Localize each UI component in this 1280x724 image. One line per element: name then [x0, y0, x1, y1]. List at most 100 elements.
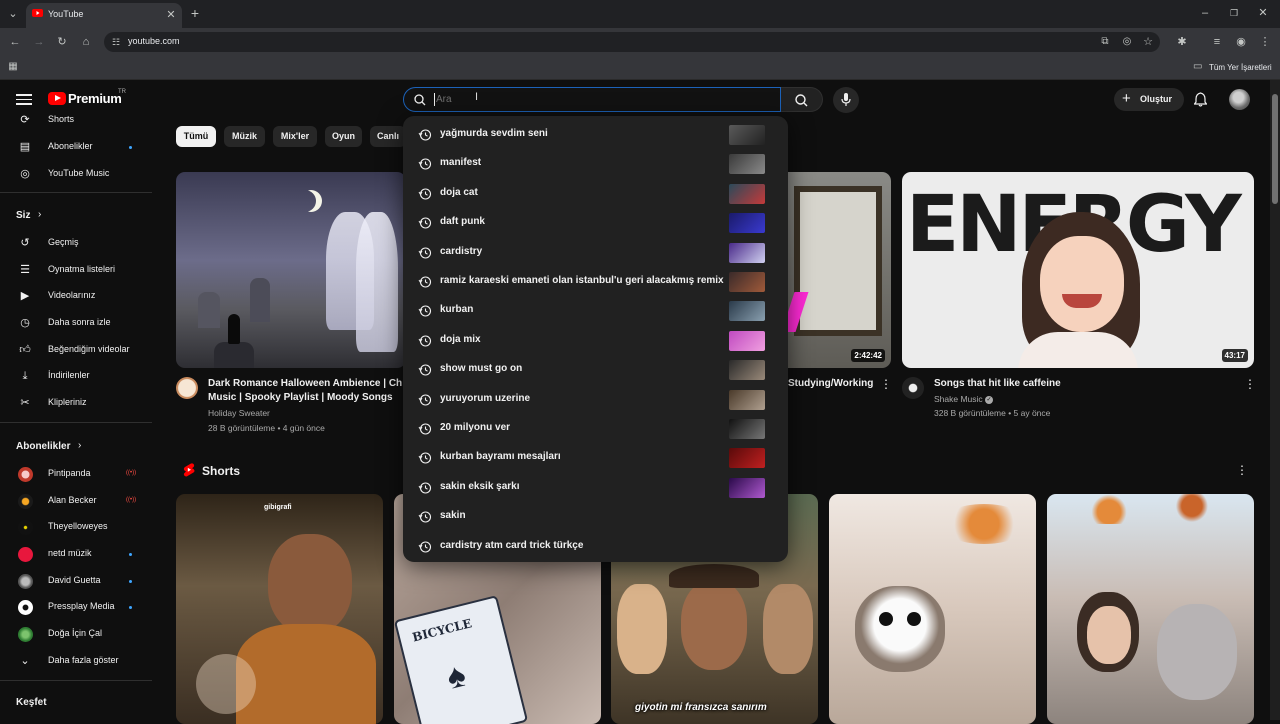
you-section-header[interactable]: Siz › [6, 204, 146, 228]
sidebar-item-subscriptions[interactable]: ▤ Abonelikler [6, 135, 146, 159]
tab-list-icon[interactable]: ⌄ [6, 7, 20, 21]
suggestion-item[interactable]: doja mix [403, 326, 788, 355]
search-input[interactable]: Ara I [403, 87, 781, 112]
sidebar-channel-netd-muzik[interactable]: netd müzik [6, 542, 146, 566]
notifications-bell-icon[interactable] [1194, 92, 1207, 107]
video-title[interactable]: Studying/Working [788, 377, 873, 391]
window-close-icon[interactable]: ✕ [1256, 6, 1270, 20]
omnibox[interactable]: ☷ youtube.com [104, 32, 1160, 52]
more-actions-icon[interactable]: ⋮ [1244, 377, 1256, 391]
browser-tab[interactable]: YouTube ✕ [26, 3, 182, 28]
short-card[interactable]: gibigrafi [176, 494, 383, 724]
chip-live[interactable]: Canlı [370, 126, 406, 147]
show-more-label: Daha fazla göster [48, 655, 119, 665]
extensions-icon[interactable]: ✱ [1175, 35, 1189, 49]
restore-icon[interactable]: ❐ [1227, 6, 1241, 20]
create-button[interactable]: + Oluştur [1114, 88, 1184, 111]
explore-header: Keşfet [16, 697, 47, 708]
scrollbar-thumb[interactable] [1272, 94, 1278, 204]
suggestion-item[interactable]: yuruyorum uzerine [403, 385, 788, 414]
subscriptions-section-header[interactable]: Abonelikler › [6, 435, 146, 459]
sidebar-item-watch-later[interactable]: ◷ Daha sonra izle [6, 311, 146, 335]
video-title[interactable]: Dark Romance Halloween Ambience | Ch Mus… [208, 377, 408, 405]
video-channel[interactable]: Holiday Sweater [208, 406, 270, 420]
sidebar-item-your-videos[interactable]: ▶ Videolarınız [6, 284, 146, 308]
sidebar-item-label: Videolarınız [48, 290, 96, 300]
more-actions-icon[interactable]: ⋮ [880, 377, 892, 391]
suggestion-item[interactable]: kurban bayramı mesajları [403, 443, 788, 472]
video-title[interactable]: Songs that hit like caffeine [934, 377, 1061, 391]
apps-grid-icon[interactable]: ▦ [6, 60, 20, 74]
bookmark-star-icon[interactable]: ☆ [1141, 35, 1155, 49]
suggestion-item[interactable]: show must go on [403, 355, 788, 384]
suggestion-item[interactable]: doja cat [403, 179, 788, 208]
spade-icon: ♠ [442, 655, 470, 697]
sidebar-channel-pintipanda[interactable]: Pintipanda ((•)) [6, 462, 146, 486]
video-thumbnail[interactable]: ENERGY 43:17 [902, 172, 1254, 368]
voice-search-button[interactable] [833, 87, 859, 113]
reload-icon[interactable]: ↻ [55, 35, 69, 49]
suggestion-item[interactable]: 20 milyonu ver [403, 414, 788, 443]
tracking-eye-icon[interactable]: ◎ [1120, 35, 1134, 49]
sidebar-item-clips[interactable]: ✂ Klipleriniz [6, 391, 146, 415]
suggestion-item[interactable]: sakin [403, 502, 788, 531]
home-icon[interactable]: ⌂ [79, 35, 93, 49]
suggestion-item[interactable]: kurban [403, 296, 788, 325]
suggestion-item[interactable]: sakin eksik şarkı [403, 473, 788, 502]
sidebar-item-history[interactable]: ↺ Geçmiş [6, 231, 146, 255]
short-card[interactable] [1047, 494, 1254, 724]
back-icon[interactable]: ← [8, 35, 22, 49]
chip-all[interactable]: Tümü [176, 126, 216, 147]
close-tab-icon[interactable]: ✕ [164, 8, 178, 22]
sidebar-channel-alan-becker[interactable]: Alan Becker ((•)) [6, 489, 146, 513]
background-person [617, 584, 667, 674]
forward-icon[interactable]: → [32, 35, 46, 49]
page-scrollbar[interactable] [1270, 80, 1280, 720]
sidebar-item-liked-videos[interactable]: 👍︎ Beğendiğim videolar [6, 338, 146, 362]
install-app-icon[interactable]: ⧉ [1098, 35, 1112, 49]
video-thumbnail[interactable]: 2:42:42 [780, 172, 891, 368]
suggestion-item[interactable]: cardistry [403, 238, 788, 267]
sidebar-channel-david-guetta[interactable]: David Guetta [6, 569, 146, 593]
shorts-more-icon[interactable]: ⋮ [1236, 463, 1248, 477]
youtube-logo-icon[interactable] [48, 92, 66, 105]
short-card[interactable] [829, 494, 1036, 724]
profile-icon[interactable]: ◉ [1234, 35, 1248, 49]
video-thumbnail[interactable] [176, 172, 406, 368]
suggestion-item[interactable]: yağmurda sevdim seni [403, 120, 788, 149]
suggestion-text: manifest [440, 157, 482, 169]
sidebar-item-downloads[interactable]: ⤓ İndirilenler [6, 364, 146, 388]
all-bookmarks-button[interactable]: ▭ Tüm Yer İşaretleri [1193, 61, 1273, 75]
chrome-menu-icon[interactable]: ⋮ [1258, 35, 1272, 49]
sidebar-item-shorts[interactable]: ⟳ Shorts [6, 108, 146, 132]
suggestion-thumbnail [729, 272, 765, 292]
suggestion-item[interactable]: ramiz karaeski emaneti olan istanbul'u g… [403, 267, 788, 296]
sidebar-channel-theyelloweyes[interactable]: Theyelloweyes [6, 515, 146, 539]
history-icon [418, 129, 432, 141]
channel-avatar[interactable] [176, 377, 198, 399]
account-avatar[interactable] [1229, 89, 1250, 110]
search-button[interactable] [781, 87, 823, 112]
shorts-header: Shorts [202, 464, 241, 478]
reading-list-icon[interactable]: ≡ [1210, 35, 1224, 49]
suggestion-item[interactable]: daft punk [403, 208, 788, 237]
suggestion-item[interactable]: manifest [403, 149, 788, 178]
new-tab-icon[interactable]: + [188, 6, 202, 20]
video-channel[interactable]: Shake Music ✓ [934, 392, 994, 406]
channel-avatar[interactable] [902, 377, 924, 399]
site-info-icon[interactable]: ☷ [109, 35, 123, 49]
chip-mixes[interactable]: Mix'ler [273, 126, 317, 147]
search-suggestions-dropdown: yağmurda sevdim seni manifest doja cat daft… [403, 116, 788, 562]
sidebar-item-label: Klipleriniz [48, 397, 87, 407]
sidebar-show-more[interactable]: ⌄ Daha fazla göster [6, 649, 146, 673]
sidebar-channel-doga-icin-cal[interactable]: Doğa İçin Çal [6, 622, 146, 646]
sidebar-channel-pressplay-media[interactable]: Pressplay Media [6, 595, 146, 619]
sidebar-item-youtube-music[interactable]: ◎ YouTube Music [6, 162, 146, 186]
history-icon [418, 482, 432, 494]
chip-music[interactable]: Müzik [224, 126, 265, 147]
minimize-icon[interactable]: – [1198, 6, 1212, 20]
sidebar-item-playlists[interactable]: ☰ Oynatma listeleri [6, 258, 146, 282]
suggestion-item[interactable]: cardistry atm card trick türkçe [403, 532, 788, 561]
chip-gaming[interactable]: Oyun [325, 126, 362, 147]
menu-hamburger-icon[interactable] [16, 92, 32, 106]
